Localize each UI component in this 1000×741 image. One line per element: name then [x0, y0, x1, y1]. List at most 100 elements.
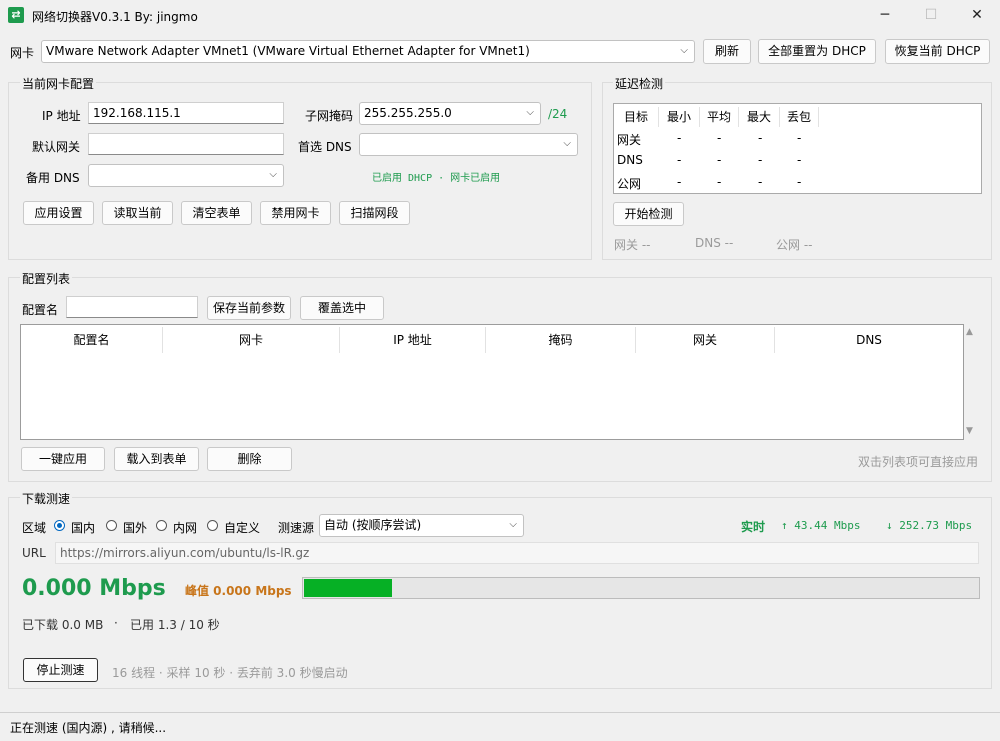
- dns2-select[interactable]: ⌵: [88, 164, 284, 187]
- latency-row-avg: -: [717, 131, 722, 145]
- current-speed: 0.000 Mbps: [22, 576, 166, 601]
- column-header-name[interactable]: 配置名: [21, 327, 163, 353]
- scroll-down-icon[interactable]: ▼: [966, 426, 973, 436]
- column-header-adapter[interactable]: 网卡: [163, 327, 340, 353]
- peak-speed: 峰值 0.000 Mbps: [185, 584, 292, 598]
- window-title: 网络切换器V0.3.1 By: jingmo: [32, 10, 198, 24]
- disable-nic-button[interactable]: 禁用网卡: [260, 201, 331, 225]
- chevron-down-icon: ⌵: [269, 169, 277, 180]
- progress-bar: [302, 577, 980, 599]
- profiles-list[interactable]: 配置名 网卡 IP 地址 掩码 网关 DNS: [20, 324, 964, 440]
- mask-select-value: 255.255.255.0: [364, 106, 452, 120]
- region-foreign-label[interactable]: 国外: [123, 519, 147, 536]
- nic-status-text: 已启用 DHCP · 网卡已启用: [372, 173, 501, 184]
- column-header-dns[interactable]: DNS: [775, 327, 963, 353]
- profiles-hint: 双击列表项可直接应用: [858, 455, 979, 469]
- latency-row-target: 公网: [617, 177, 642, 191]
- progress-fill: [304, 579, 392, 597]
- adapter-select[interactable]: VMware Network Adapter VMnet1 (VMware Vi…: [41, 40, 695, 63]
- maximize-button[interactable]: ☐: [908, 0, 954, 30]
- latency-header-target: 目标: [614, 107, 659, 127]
- title-bar[interactable]: ⇄ 网络切换器V0.3.1 By: jingmo ─ ☐ ✕: [0, 0, 1000, 30]
- latency-row-min: -: [677, 131, 682, 145]
- realtime-label: 实时: [741, 520, 766, 534]
- region-domestic-label[interactable]: 国内: [71, 519, 95, 536]
- latency-row-min: -: [677, 175, 682, 189]
- apply-settings-button[interactable]: 应用设置: [23, 201, 94, 225]
- region-lan-label[interactable]: 内网: [173, 519, 197, 536]
- region-radio-foreign[interactable]: [106, 520, 117, 531]
- status-bar: 正在测速 (国内源) , 请稍候...: [0, 712, 1000, 741]
- profiles-title: 配置列表: [20, 270, 73, 287]
- column-header-mask[interactable]: 掩码: [486, 327, 636, 353]
- status-text: 正在测速 (国内源) , 请稍候...: [10, 721, 167, 735]
- overwrite-selected-button[interactable]: 覆盖选中: [300, 296, 384, 320]
- chevron-down-icon: ⌵: [563, 138, 571, 149]
- latency-row-loss: -: [797, 175, 802, 189]
- region-radio-domestic[interactable]: [54, 520, 65, 531]
- reset-all-dhcp-button[interactable]: 全部重置为 DHCP: [758, 39, 876, 64]
- scan-subnet-button[interactable]: 扫描网段: [339, 201, 410, 225]
- latency-row-loss: -: [797, 153, 802, 167]
- source-label: 测速源: [278, 521, 315, 535]
- latency-summary-public: 公网 --: [776, 238, 813, 252]
- refresh-button[interactable]: 刷新: [703, 39, 751, 64]
- delete-profile-button[interactable]: 删除: [207, 447, 292, 471]
- region-radio-custom[interactable]: [207, 520, 218, 531]
- source-select[interactable]: 自动 (按顺序尝试) ⌵: [319, 514, 524, 537]
- dns1-label: 首选 DNS: [298, 140, 352, 154]
- clear-form-button[interactable]: 清空表单: [181, 201, 252, 225]
- dns1-select[interactable]: ⌵: [359, 133, 578, 156]
- one-click-apply-button[interactable]: 一键应用: [21, 447, 105, 471]
- start-latency-button[interactable]: 开始检测: [613, 202, 684, 226]
- url-input[interactable]: https://mirrors.aliyun.com/ubuntu/ls-lR.…: [55, 542, 979, 564]
- scroll-up-icon[interactable]: ▲: [966, 327, 973, 337]
- latency-summary-gateway: 网关 --: [614, 238, 651, 252]
- adapter-select-value: VMware Network Adapter VMnet1 (VMware Vi…: [46, 44, 530, 58]
- region-label: 区域: [22, 521, 47, 535]
- chevron-down-icon: ⌵: [526, 107, 534, 118]
- dns2-label: 备用 DNS: [26, 171, 80, 185]
- url-label: URL: [22, 546, 46, 560]
- column-header-ip[interactable]: IP 地址: [340, 327, 486, 353]
- nic-config-title: 当前网卡配置: [20, 75, 97, 92]
- read-current-button[interactable]: 读取当前: [102, 201, 173, 225]
- region-custom-label[interactable]: 自定义: [224, 519, 260, 536]
- stop-speedtest-button[interactable]: 停止测速: [23, 658, 98, 682]
- latency-row-target: DNS: [617, 153, 643, 167]
- separator-dot: ·: [114, 616, 118, 630]
- downloaded-text: 已下载 0.0 MB: [22, 618, 104, 632]
- load-to-form-button[interactable]: 载入到表单: [114, 447, 199, 471]
- region-radio-lan[interactable]: [156, 520, 167, 531]
- latency-summary-dns: DNS --: [695, 236, 734, 250]
- elapsed-text: 已用 1.3 / 10 秒: [130, 618, 220, 632]
- prefix-label: /24: [548, 107, 568, 121]
- latency-title: 延迟检测: [613, 75, 666, 92]
- restore-dhcp-button[interactable]: 恢复当前 DHCP: [885, 39, 990, 64]
- latency-table[interactable]: 目标 最小 平均 最大 丢包 网关 - - - - DNS - - - - 公网…: [613, 103, 982, 194]
- latency-row-target: 网关: [617, 133, 642, 147]
- gateway-label: 默认网关: [32, 140, 81, 154]
- gateway-input[interactable]: [88, 133, 284, 155]
- profile-name-label: 配置名: [22, 303, 59, 317]
- column-header-gateway[interactable]: 网关: [636, 327, 775, 353]
- close-button[interactable]: ✕: [954, 0, 1000, 30]
- latency-row-avg: -: [717, 175, 722, 189]
- latency-row-min: -: [677, 153, 682, 167]
- source-select-value: 自动 (按顺序尝试): [324, 518, 422, 532]
- latency-header-avg: 平均: [700, 107, 739, 127]
- ip-label: IP 地址: [42, 109, 81, 123]
- minimize-button[interactable]: ─: [862, 0, 908, 30]
- profile-name-input[interactable]: [66, 296, 198, 318]
- latency-header-loss: 丢包: [780, 107, 819, 127]
- save-profile-button[interactable]: 保存当前参数: [207, 296, 291, 320]
- mask-label: 子网掩码: [305, 109, 354, 123]
- upload-speed: ↑ 43.44 Mbps: [781, 519, 861, 532]
- app-icon: ⇄: [8, 7, 24, 23]
- latency-row-max: -: [758, 153, 763, 167]
- latency-row-max: -: [758, 175, 763, 189]
- latency-row-loss: -: [797, 131, 802, 145]
- mask-select[interactable]: 255.255.255.0 ⌵: [359, 102, 541, 125]
- ip-input[interactable]: 192.168.115.1: [88, 102, 284, 124]
- speedtest-title: 下载测速: [20, 490, 73, 507]
